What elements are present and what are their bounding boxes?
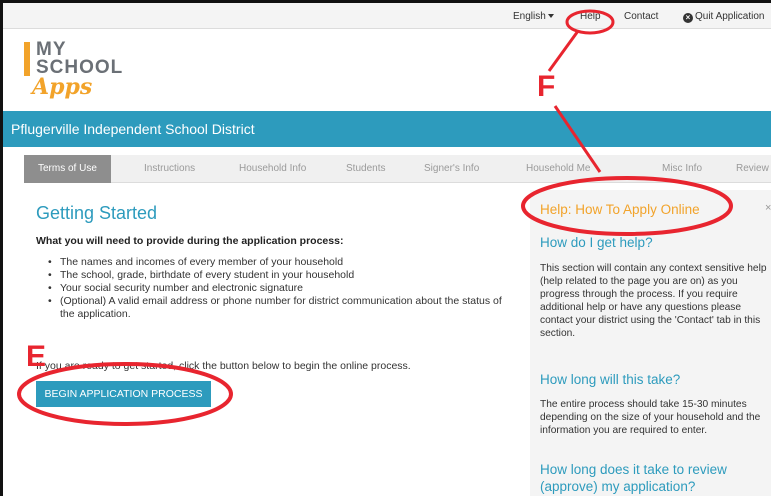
tab-instructions[interactable]: Instructions [144, 155, 195, 183]
tab-household-members[interactable]: Household Me [526, 155, 590, 183]
district-banner: Pflugerville Independent School District [3, 111, 771, 147]
tab-terms-of-use[interactable]: Terms of Use [24, 155, 111, 183]
list-item: The names and incomes of every member of… [46, 256, 516, 269]
tab-review[interactable]: Review [736, 155, 769, 183]
tab-signers-info[interactable]: Signer's Info [424, 155, 479, 183]
language-dropdown[interactable]: English [513, 11, 554, 22]
help-question: How long does it take to review (approve… [540, 462, 727, 494]
top-utility-bar: English Help Contact × Quit Application [3, 3, 771, 29]
help-answer: The entire process should take 15-30 min… [540, 399, 761, 436]
main-content: Getting Started What you will need to pr… [24, 190, 519, 496]
help-answer: This section will contain any context se… [540, 263, 767, 339]
close-icon[interactable]: × [765, 202, 771, 214]
contact-link[interactable]: Contact [624, 11, 658, 22]
help-panel: Help: How To Apply Online × How do I get… [530, 190, 771, 496]
tab-household-info[interactable]: Household Info [239, 155, 306, 183]
caret-down-icon [547, 14, 554, 19]
annotation-label-e: E [26, 340, 47, 373]
close-circle-icon: × [683, 13, 693, 23]
quit-application-link[interactable]: × Quit Application [683, 11, 765, 23]
myschoolapps-logo: MY SCHOOL Apps [24, 40, 144, 102]
page-title: Getting Started [36, 203, 158, 223]
logo-bar [24, 42, 30, 76]
list-item: (Optional) A valid email address or phon… [46, 295, 516, 321]
ready-instruction: If you are ready to get started, click t… [36, 360, 411, 372]
tab-misc-info[interactable]: Misc Info [662, 155, 702, 183]
help-link[interactable]: Help [580, 11, 601, 22]
step-tabs: Terms of Use Instructions Household Info… [24, 155, 771, 183]
list-item: The school, grade, birthdate of every st… [46, 269, 516, 282]
logo-text-apps: Apps [32, 74, 93, 100]
requirements-heading: What you will need to provide during the… [36, 235, 344, 247]
begin-application-button[interactable]: BEGIN APPLICATION PROCESS [36, 381, 211, 407]
help-question: How do I get help? [540, 235, 653, 250]
list-item: Your social security number and electron… [46, 282, 516, 295]
help-question: How long will this take? [540, 372, 681, 387]
requirements-list: The names and incomes of every member of… [46, 256, 516, 321]
tab-students[interactable]: Students [346, 155, 385, 183]
help-panel-title: Help: How To Apply Online [540, 202, 700, 217]
annotation-label-f: F [537, 70, 556, 103]
